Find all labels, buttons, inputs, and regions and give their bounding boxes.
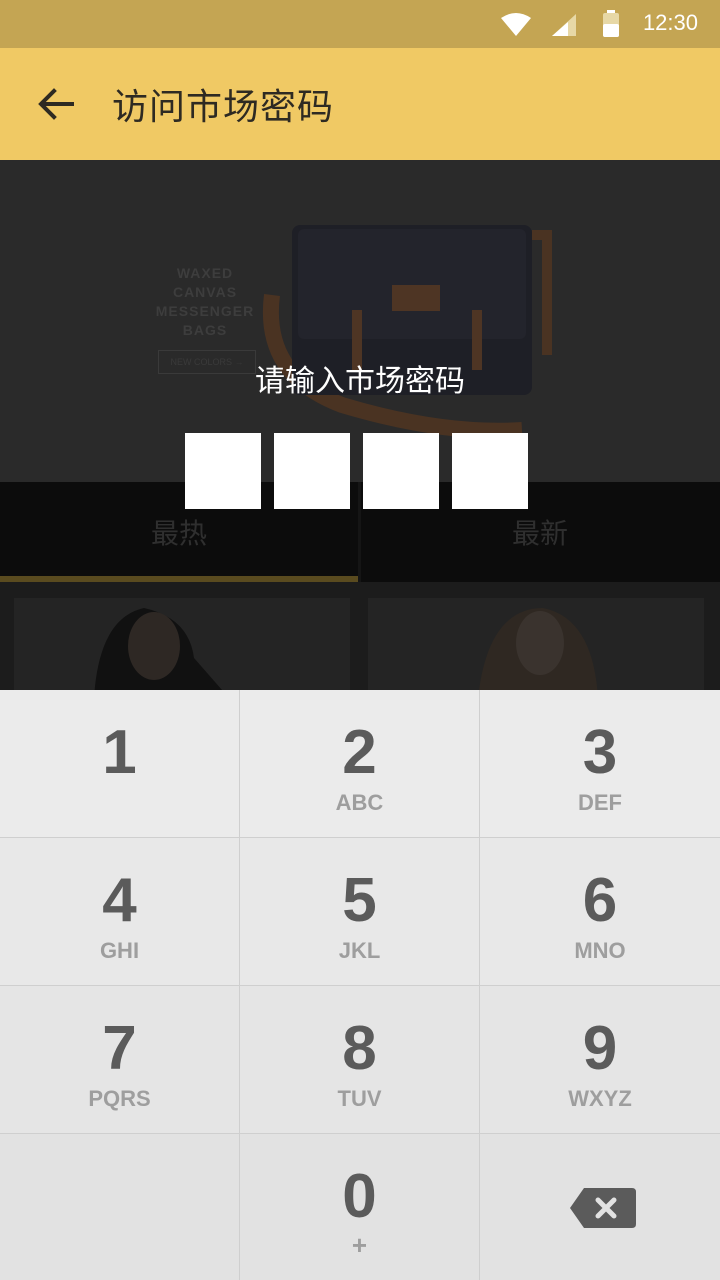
backspace-key[interactable] <box>480 1134 720 1280</box>
battery-icon <box>603 10 619 37</box>
page-title: 访问市场密码 <box>112 87 335 128</box>
pin-digit-box-2 <box>274 433 350 509</box>
status-time: 12:30 <box>642 10 698 35</box>
product-card <box>14 598 350 690</box>
pin-digit-box-3 <box>363 433 439 509</box>
key-7[interactable]: 7 PQRS <box>0 986 240 1134</box>
key-empty <box>0 1134 240 1280</box>
product-banner: WAXED CANVAS MESSENGER BAGS NEW COLORS → <box>0 160 720 482</box>
key-4[interactable]: 4 GHI <box>0 838 240 986</box>
key-8[interactable]: 8 TUV <box>240 986 480 1134</box>
messenger-bag-image <box>262 225 552 439</box>
product-card <box>368 598 704 690</box>
backspace-icon <box>570 1188 636 1228</box>
pin-digit-box-4 <box>452 433 528 509</box>
numeric-keypad: 1 2 ABC 3 DEF 4 GHI 5 JKL 6 MNO 7 PQRS 8… <box>0 690 720 1280</box>
wifi-icon <box>501 13 531 36</box>
product-photo <box>94 608 222 690</box>
key-3[interactable]: 3 DEF <box>480 690 720 838</box>
status-bar: 12:30 <box>0 0 720 48</box>
key-5[interactable]: 5 JKL <box>240 838 480 986</box>
banner-product-text: WAXED CANVAS MESSENGER BAGS <box>155 265 255 338</box>
key-0[interactable]: 0 + <box>240 1134 480 1280</box>
signal-icon <box>552 14 576 36</box>
key-1[interactable]: 1 <box>0 690 240 838</box>
product-photo <box>479 608 598 690</box>
tab-bar: 最热 最新 <box>0 482 720 582</box>
key-2[interactable]: 2 ABC <box>240 690 480 838</box>
pin-digit-box-1 <box>185 433 261 509</box>
key-9[interactable]: 9 WXYZ <box>480 986 720 1134</box>
back-arrow-icon[interactable] <box>36 88 76 120</box>
background-content: WAXED CANVAS MESSENGER BAGS NEW COLORS →… <box>0 160 720 690</box>
password-prompt: 请输入市场密码 <box>255 364 465 399</box>
product-grid <box>0 582 720 690</box>
key-6[interactable]: 6 MNO <box>480 838 720 986</box>
app-bar <box>0 48 720 160</box>
